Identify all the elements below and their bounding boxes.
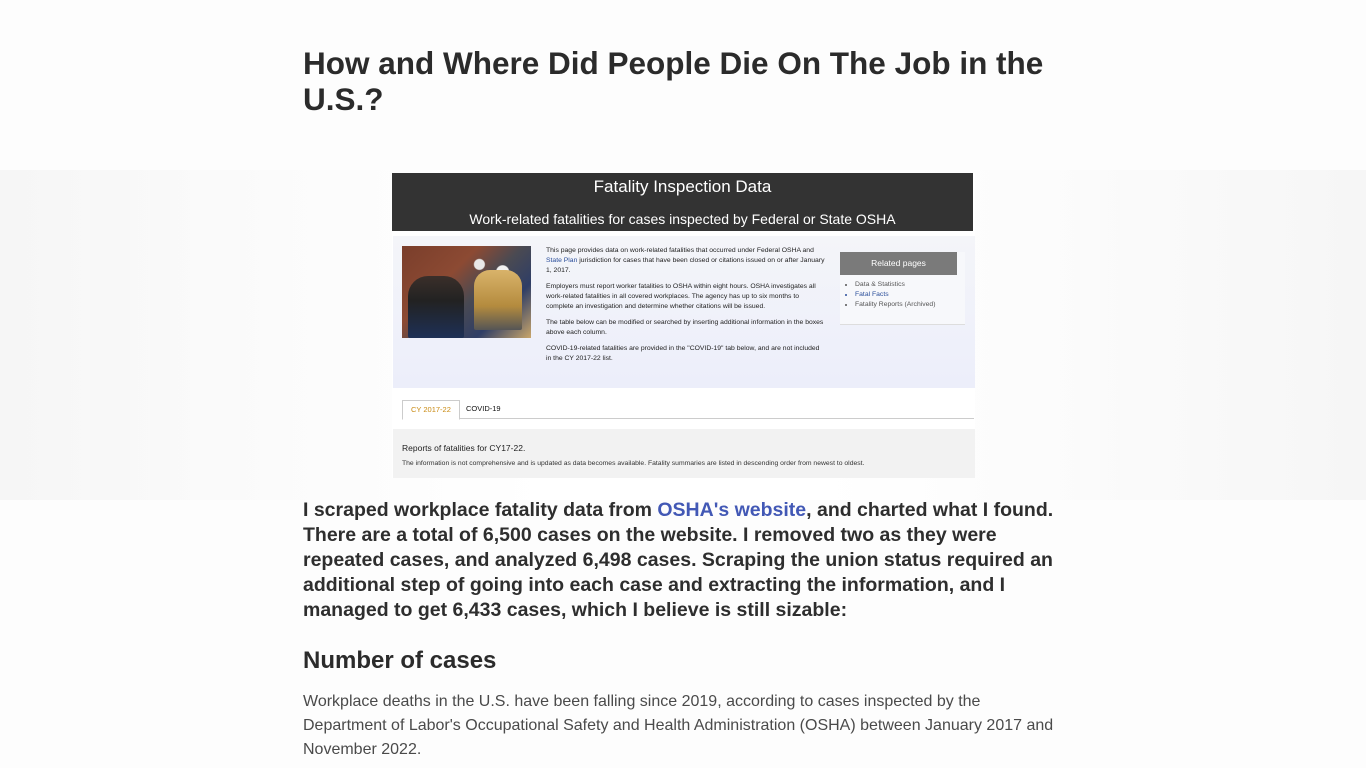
hero-paragraph-3: The table below can be modified or searc… [546, 319, 824, 336]
section-paragraph: Workplace deaths in the U.S. have been f… [303, 693, 1054, 758]
state-plan-link: State Plan [546, 257, 578, 264]
related-pages-list: Data & Statistics Fatal Facts Fatality R… [840, 280, 965, 310]
hero-paragraph-2: Employers must report worker fatalities … [546, 283, 816, 310]
osha-website-link[interactable]: OSHA's website [657, 499, 806, 521]
page-title: How and Where Did People Die On The Job … [303, 45, 1044, 117]
hero-footer-note: The information is not comprehensive and… [402, 460, 865, 467]
hero-footer: Reports of fatalities for CY17-22. The i… [393, 429, 975, 478]
related-page-item: Fatality Reports (Archived) [855, 300, 965, 310]
tab-cy-2017-22: CY 2017-22 [402, 400, 460, 420]
hero-tabs: CY 2017-22 COVID-19 [402, 398, 974, 420]
related-pages-heading: Related pages [840, 252, 957, 275]
related-page-item: Data & Statistics [855, 280, 965, 290]
hero-paragraph-1: This page provides data on work-related … [546, 247, 825, 274]
hero-footer-title: Reports of fatalities for CY17-22. [402, 443, 526, 453]
hero-body: This page provides data on work-related … [393, 236, 975, 388]
workers-photo [402, 246, 531, 338]
hero-paragraph-4: COVID-19-related fatalities are provided… [546, 345, 820, 362]
intro-paragraph: I scraped workplace fatality data from O… [303, 499, 1054, 621]
related-pages-box: Related pages Data & Statistics Fatal Fa… [840, 252, 965, 325]
tab-covid-19: COVID-19 [466, 404, 501, 413]
section-heading: Number of cases [303, 647, 497, 674]
hero-header-subtitle: Work-related fatalities for cases inspec… [469, 211, 896, 227]
hero-header-title: Fatality Inspection Data [593, 177, 772, 196]
related-page-item: Fatal Facts [855, 290, 965, 300]
hero-paragraphs: This page provides data on work-related … [546, 246, 826, 370]
hero-screenshot-image: Fatality Inspection Data Work-related fa… [392, 173, 975, 478]
hero-header: Fatality Inspection Data Work-related fa… [392, 173, 973, 231]
